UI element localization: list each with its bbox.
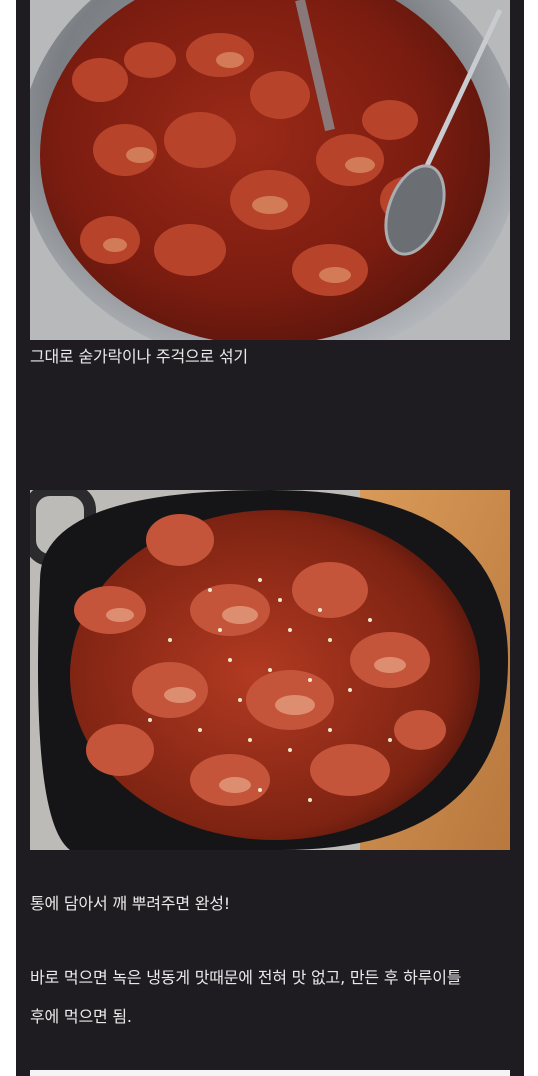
caption-finish: 통에 담아서 깨 뿌려주면 완성! — [30, 894, 230, 913]
crab-mixing-bowl-photo — [30, 0, 510, 340]
caption-tip-line1: 바로 먹으면 녹은 냉동게 맛때문에 전혀 맛 없고, 만든 후 하루이틀 — [30, 968, 462, 987]
next-content-edge — [30, 1070, 510, 1076]
crab-finished-container-photo — [30, 490, 510, 850]
caption-tip-line2: 후에 먹으면 됨. — [30, 1007, 132, 1026]
caption-mixing: 그대로 숟가락이나 주걱으로 섞기 — [30, 347, 248, 366]
post-content: 그대로 숟가락이나 주걱으로 섞기 통에 담아서 깨 뿌려주면 완성! 바로 먹… — [16, 0, 524, 1076]
page: 그대로 숟가락이나 주걱으로 섞기 통에 담아서 깨 뿌려주면 완성! 바로 먹… — [0, 0, 538, 1076]
